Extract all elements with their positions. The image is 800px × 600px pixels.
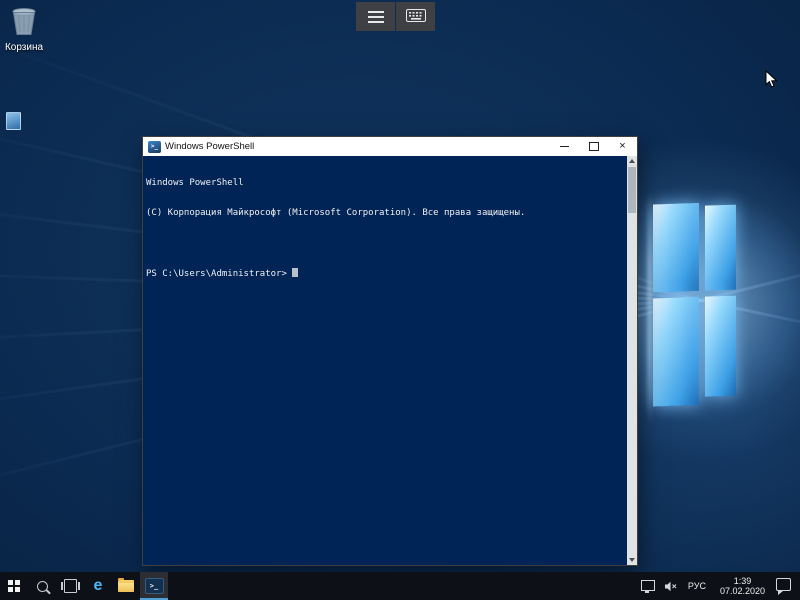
recycle-bin-label: Корзина — [2, 42, 46, 53]
console-line: Windows PowerShell — [146, 178, 627, 188]
minimize-button[interactable] — [550, 137, 579, 156]
prompt-line: PS C:\Users\Administrator> — [146, 268, 627, 279]
close-icon: × — [619, 141, 625, 152]
vm-console-toolbar — [356, 2, 435, 31]
taskbar-ie-button[interactable]: e — [84, 572, 112, 600]
windows-logo-pane — [705, 205, 736, 291]
console-line: (C) Корпорация Майкрософт (Microsoft Cor… — [146, 208, 627, 218]
maximize-button[interactable] — [579, 137, 608, 156]
start-icon — [8, 580, 20, 592]
scrollbar[interactable] — [627, 156, 637, 565]
vm-menu-button[interactable] — [356, 2, 395, 31]
screen: Корзина > — [0, 0, 800, 600]
prompt-text: PS C:\Users\Administrator> — [146, 269, 287, 279]
taskbar: e >_ РУС 1:39 07.02.2020 — [0, 572, 800, 600]
search-icon — [37, 581, 48, 592]
scroll-down-button[interactable] — [627, 555, 637, 565]
clock-time: 1:39 — [720, 576, 765, 586]
mouse-cursor — [765, 70, 778, 94]
taskbar-search-button[interactable] — [28, 572, 56, 600]
file-explorer-icon — [118, 580, 134, 592]
window-controls: × — [550, 137, 637, 156]
language-indicator[interactable]: РУС — [681, 581, 713, 591]
desktop-icon-recycle-bin[interactable]: Корзина — [2, 6, 46, 53]
windows-logo — [653, 202, 737, 413]
tray-display-icon[interactable] — [641, 580, 655, 591]
keyboard-icon — [406, 9, 426, 25]
taskbar-powershell-button[interactable]: >_ — [140, 572, 168, 600]
task-view-icon — [64, 579, 77, 593]
title-bar[interactable]: >_ Windows PowerShell × — [143, 137, 637, 156]
system-tray: РУС 1:39 07.02.2020 — [636, 572, 800, 600]
console-cursor — [292, 268, 298, 277]
powershell-icon: >_ — [148, 141, 161, 153]
scroll-down-icon — [629, 558, 635, 562]
windows-logo-pane — [653, 297, 699, 407]
volume-icon[interactable] — [664, 581, 677, 592]
start-button[interactable] — [0, 572, 28, 600]
internet-explorer-icon: e — [94, 578, 103, 594]
recycle-bin-icon — [9, 23, 39, 40]
vm-keyboard-button[interactable] — [396, 2, 435, 31]
scroll-up-icon — [629, 159, 635, 163]
desktop-icon-shortcut[interactable] — [6, 112, 21, 130]
close-button[interactable]: × — [608, 137, 637, 156]
clock-date: 07.02.2020 — [720, 586, 765, 596]
maximize-icon — [589, 142, 599, 151]
console-line — [146, 238, 627, 248]
powershell-icon: >_ — [145, 578, 164, 594]
taskbar-explorer-button[interactable] — [112, 572, 140, 600]
powershell-window: >_ Windows PowerShell × Windows PowerShe… — [143, 137, 637, 565]
action-center-icon[interactable] — [776, 578, 791, 591]
task-view-button[interactable] — [56, 572, 84, 600]
minimize-icon — [560, 146, 569, 147]
windows-logo-pane — [705, 296, 736, 397]
console-output[interactable]: Windows PowerShell (C) Корпорация Майкро… — [143, 156, 627, 565]
taskbar-clock[interactable]: 1:39 07.02.2020 — [713, 576, 772, 596]
scroll-up-button[interactable] — [627, 156, 637, 166]
scrollbar-thumb[interactable] — [628, 167, 636, 213]
wallpaper-light-streak — [648, 192, 651, 424]
menu-icon — [368, 11, 384, 23]
windows-logo-pane — [653, 203, 699, 293]
window-title: Windows PowerShell — [165, 141, 254, 152]
